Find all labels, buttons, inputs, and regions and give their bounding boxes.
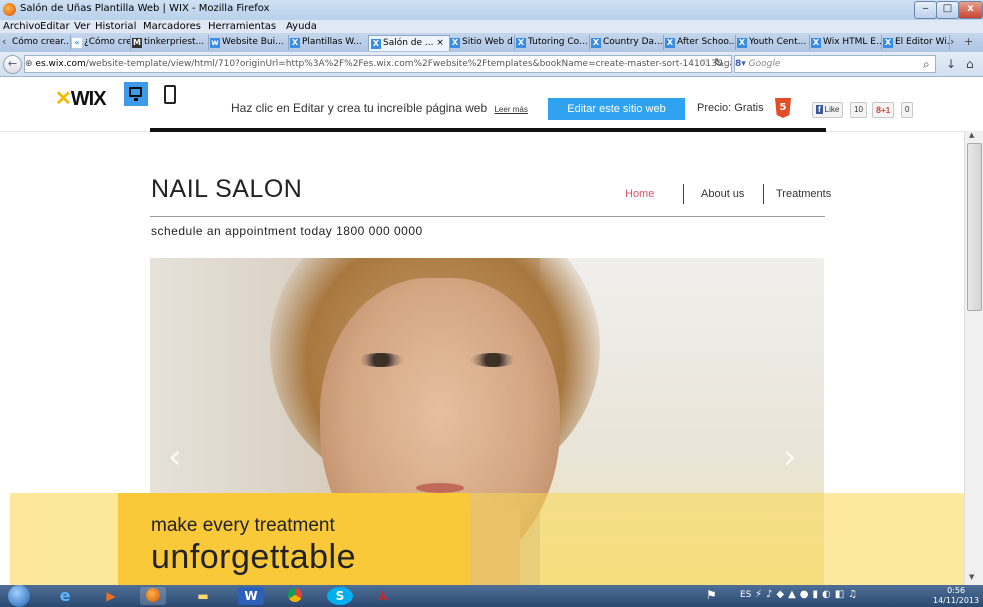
tab-13[interactable]: X El Editor Wi... [881,35,950,50]
search-box[interactable]: 8▾ Google [734,55,936,73]
clock-time: 0:56 [947,586,966,595]
media-player-icon[interactable]: ▶ [98,587,124,605]
taskbar-clock[interactable]: 0:56 14/11/2013 [933,586,979,606]
maximize-button[interactable]: □ [936,1,959,19]
tabs-scroll-right-icon[interactable]: › [950,35,954,48]
nav-divider [763,184,764,204]
menu-marcadores[interactable]: Marcadores [143,21,201,32]
scroll-down-icon[interactable]: ▼ [969,573,974,581]
language-indicator[interactable]: ES [740,590,751,600]
close-button[interactable]: x [958,1,983,19]
mobile-view-button[interactable] [164,85,176,104]
tab-7[interactable]: XSitio Web d... [448,35,515,50]
nav-divider [683,184,684,204]
back-button[interactable]: ← [3,55,22,74]
desktop-monitor-icon [129,87,142,97]
word-icon[interactable]: W [238,587,264,605]
menu-historial[interactable]: Historial [95,21,136,32]
tabs-scroll-left-icon[interactable]: ‹ [2,35,6,48]
reload-icon[interactable]: ↻ [714,56,723,69]
google-plus-count: 0 [901,102,914,118]
tab-12[interactable]: X Wix HTML E... [809,35,882,50]
menu-ayuda[interactable]: Ayuda [286,21,317,32]
site-top-border [150,128,826,132]
acrobat-icon[interactable]: ⅄ [370,587,396,605]
scroll-thumb[interactable] [967,143,982,311]
nav-home[interactable]: Home [625,188,654,200]
search-placeholder: Google [748,59,781,69]
firefox-taskbar-icon[interactable] [140,587,166,605]
windows-taskbar: e ▶ ▬ W S ⅄ ⚑ ES ⚡♪◆▲●▮◐◧♫ 0:56 14/11/20… [0,585,983,607]
bookmark-star-icon[interactable]: ☆ [700,56,710,69]
wix-logo-mark-icon: ✕ [55,88,72,110]
new-tab-icon[interactable]: + [964,35,973,48]
site-title: NAIL SALON [151,175,303,203]
price-label: Precio: Gratis [697,102,764,114]
tab-11[interactable]: X Youth Cent... [735,35,810,50]
url-path: /website-template/view/html/710?originUr… [85,59,732,69]
menu-archivo[interactable]: Archivo [3,21,40,32]
caption-band-right [470,493,965,585]
promo-text: Haz clic en Editar y crea tu increíble p… [231,101,488,115]
menu-herramientas[interactable]: Herramientas [208,21,276,32]
window-title: Salón de Uñas Plantilla Web | WIX - Mozi… [20,3,270,14]
learn-more-link[interactable]: Leer más [494,105,527,114]
download-icon[interactable]: ↓ [946,57,956,71]
nav-about-us[interactable]: About us [701,188,744,200]
home-icon[interactable]: ⌂ [966,57,974,71]
firefox-icon [3,3,16,16]
wix-preview-bar: ✕WIX Haz clic en Editar y crea tu increí… [0,77,983,132]
tab-2[interactable]: «¿Cómo crea... [70,35,131,50]
globe-icon: ⊕ [25,59,33,69]
slideshow-next-arrow-icon[interactable]: › [783,437,797,477]
address-bar[interactable]: ⊕ es.wix.com/website-template/view/html/… [24,55,732,73]
edit-site-button[interactable]: Editar este sitio web [548,98,685,120]
tab-8[interactable]: X Tutoring Co... [514,35,590,50]
search-engine-icon[interactable]: 8▾ [735,59,746,69]
tab-9[interactable]: X Country Da... [589,35,664,50]
wix-promo-message: Haz clic en Editar y crea tu increíble p… [231,101,528,115]
tagline-small: make every treatment [151,515,335,536]
html5-icon: 5 [775,98,791,118]
facebook-icon: f [816,105,823,114]
facebook-like-count: 10 [850,102,867,118]
tab-active[interactable]: X Salón de ... × [368,35,450,51]
tab-10[interactable]: X After Schoo... [663,35,736,50]
nav-treatments[interactable]: Treatments [776,188,831,200]
tab-3[interactable]: Mtinkerpriest... [130,35,209,50]
system-tray-icons[interactable]: ⚡♪◆▲●▮◐◧♫ [755,589,861,600]
tab-4[interactable]: w Website Bui... [208,35,289,50]
explorer-folder-icon[interactable]: ▬ [190,587,216,605]
caption-band-left [10,493,118,585]
chrome-icon[interactable] [282,587,308,605]
menu-bar: Archivo Editar Ver Historial Marcadores … [0,20,983,33]
vertical-scrollbar[interactable]: ▲ ▼ [964,131,983,585]
navigation-bar: ← ⊕ es.wix.com/website-template/view/htm… [0,52,983,77]
wix-logo[interactable]: ✕WIX [55,86,107,111]
desktop-view-button[interactable] [124,82,148,106]
tab-5[interactable]: X Plantillas W... [288,35,369,50]
search-icon[interactable]: ⌕ [923,57,930,72]
window-title-bar: Salón de Uñas Plantilla Web | WIX - Mozi… [0,0,983,20]
minimize-button[interactable]: ‒ [914,1,937,19]
action-center-icon[interactable]: ⚑ [706,588,717,602]
tab-1[interactable]: Cómo crear... [10,35,71,50]
tab-strip: ‹ Cómo crear... «¿Cómo crea... Mtinkerpr… [0,33,983,53]
internet-explorer-icon[interactable]: e [52,587,78,605]
scroll-up-icon[interactable]: ▲ [969,131,974,139]
google-plus-button[interactable]: 8+1 [872,102,895,118]
skype-icon[interactable]: S [327,587,353,605]
clock-date: 14/11/2013 [933,596,980,605]
url-domain: es.wix.com [35,59,86,69]
tagline-large: unforgettable [151,538,356,576]
slideshow-prev-arrow-icon[interactable]: ‹ [168,437,182,477]
facebook-like-button[interactable]: f Like [812,102,844,118]
tab-close-icon[interactable]: × [434,38,444,48]
menu-ver[interactable]: Ver [74,21,90,32]
start-button[interactable] [8,585,30,607]
header-divider [150,216,825,217]
schedule-text: schedule an appointment today 1800 000 0… [151,224,423,238]
menu-editar[interactable]: Editar [40,21,70,32]
